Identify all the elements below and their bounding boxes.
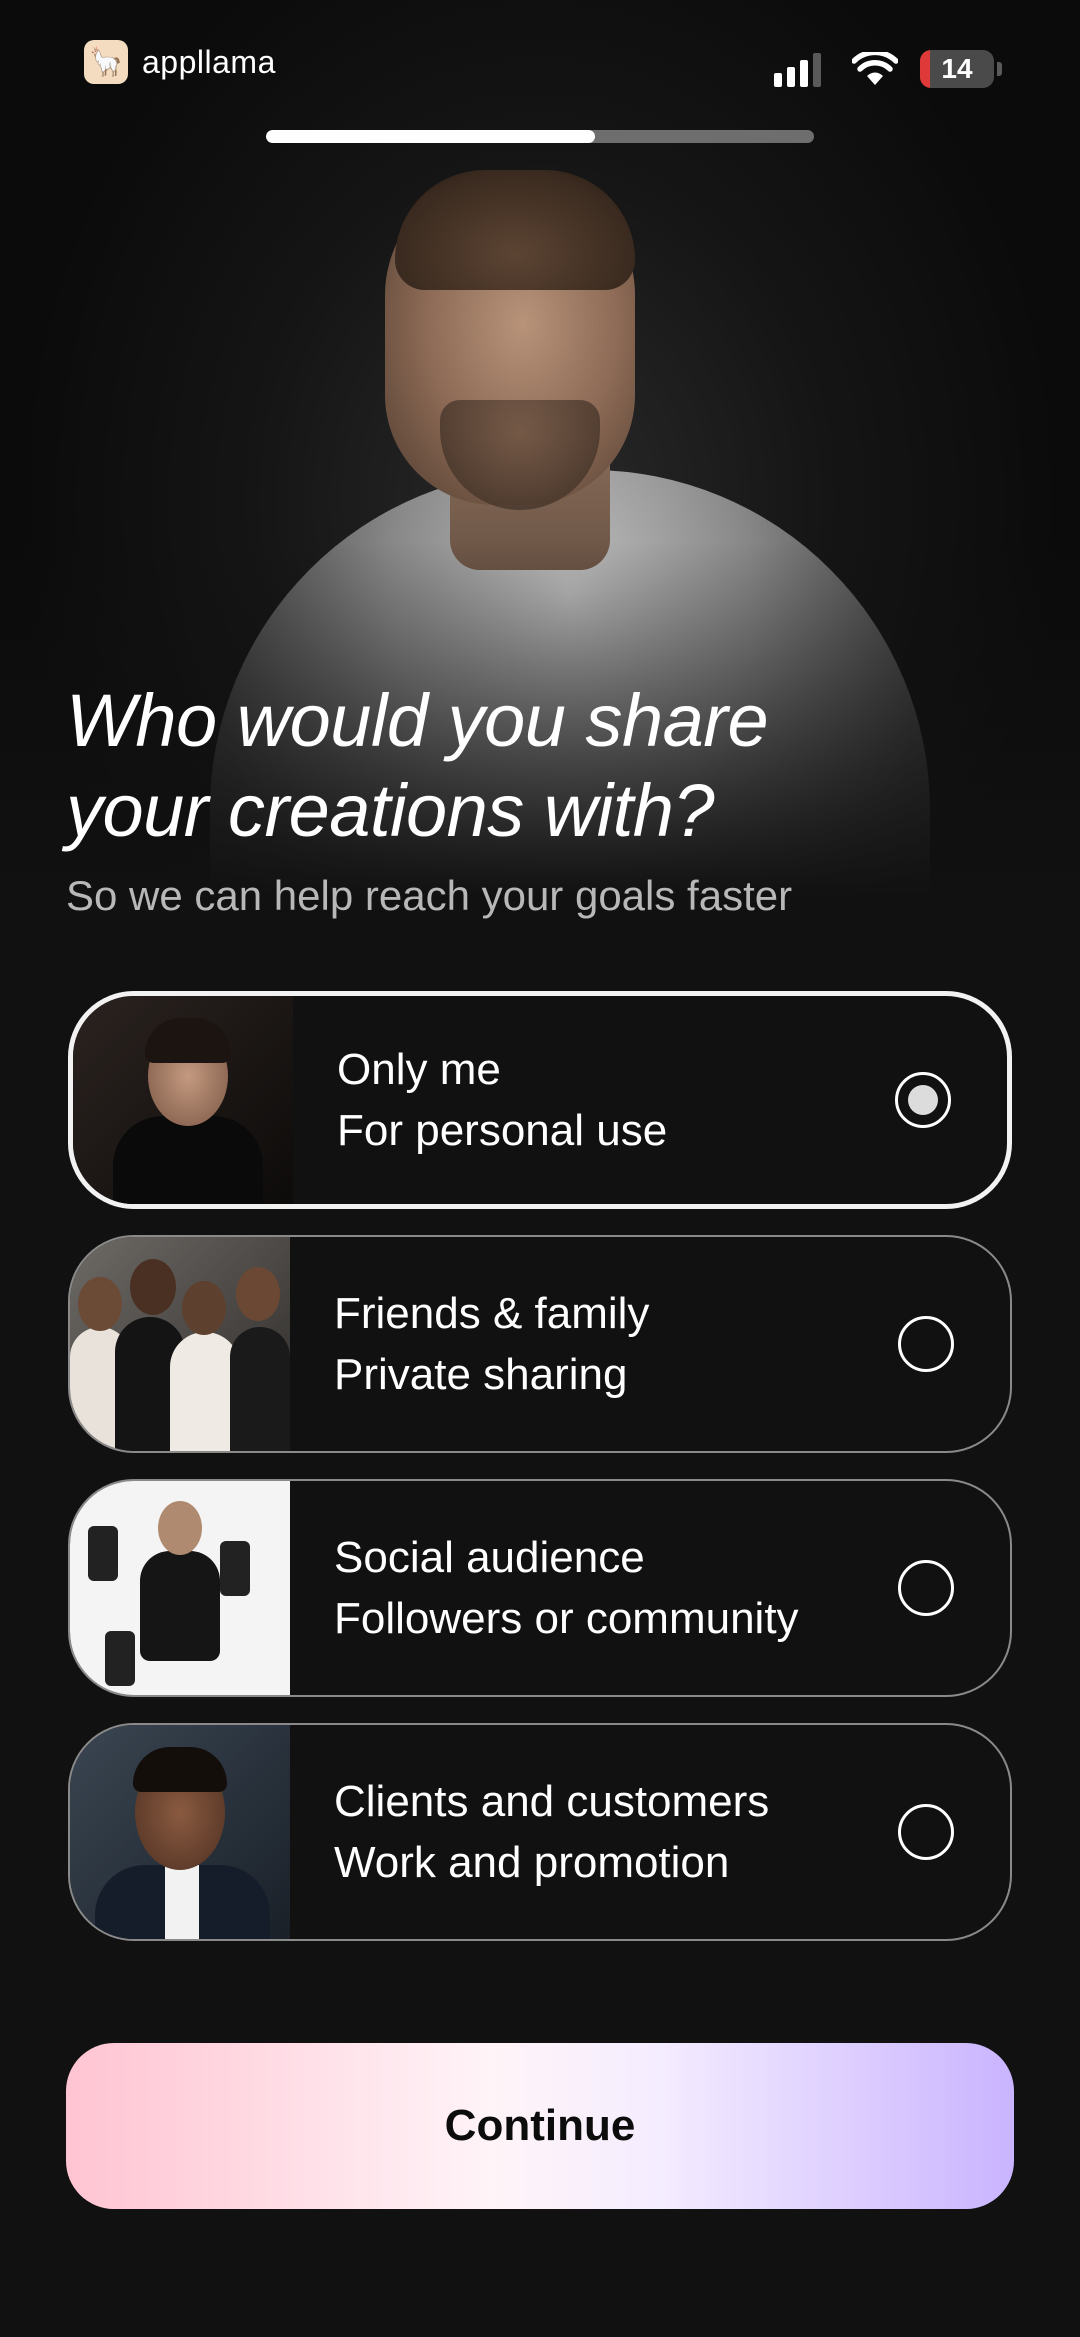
option-thumbnail (70, 1481, 290, 1695)
option-title: Only me (337, 1045, 501, 1094)
radio-button[interactable] (898, 1560, 954, 1616)
option-title: Social audience (334, 1533, 645, 1582)
progress-fill (266, 130, 595, 143)
radio-button[interactable] (898, 1804, 954, 1860)
llama-logo-icon: 🦙 (84, 40, 128, 84)
status-bar: 🦙 appllama 14 (0, 0, 1080, 130)
option-subtitle: Followers or community (334, 1594, 799, 1643)
brand: 🦙 appllama (84, 40, 276, 84)
wifi-icon (852, 52, 898, 85)
continue-button[interactable]: Continue (66, 2043, 1014, 2209)
status-icons: 14 (774, 50, 1002, 88)
page-title: Who would you share your creations with? (66, 676, 1026, 856)
onboarding-screen: 🦙 appllama 14 Who would you share your c… (0, 0, 1080, 2337)
radio-button[interactable] (895, 1072, 951, 1128)
option-subtitle: For personal use (337, 1106, 668, 1155)
option-clients-customers[interactable]: Clients and customers Work and promotion (68, 1723, 1012, 1941)
option-title: Friends & family (334, 1289, 650, 1338)
battery-icon: 14 (920, 50, 994, 88)
option-thumbnail (73, 996, 293, 1204)
battery-level: 14 (941, 53, 973, 84)
option-thumbnail (70, 1725, 290, 1939)
cellular-signal-icon (774, 51, 826, 87)
title-line-2: your creations with? (66, 769, 715, 852)
option-title: Clients and customers (334, 1777, 770, 1826)
option-text: Social audience Followers or community (334, 1527, 799, 1649)
option-thumbnail (70, 1237, 290, 1451)
radio-button[interactable] (898, 1316, 954, 1372)
page-subtitle: So we can help reach your goals faster (66, 872, 793, 919)
app-name: appllama (142, 43, 276, 80)
option-text: Friends & family Private sharing (334, 1283, 649, 1405)
option-subtitle: Private sharing (334, 1350, 628, 1399)
option-subtitle: Work and promotion (334, 1838, 730, 1887)
option-only-me[interactable]: Only me For personal use (68, 991, 1012, 1209)
title-line-1: Who would you share (66, 679, 769, 762)
option-social-audience[interactable]: Social audience Followers or community (68, 1479, 1012, 1697)
option-text: Only me For personal use (337, 1039, 667, 1161)
option-friends-family[interactable]: Friends & family Private sharing (68, 1235, 1012, 1453)
option-text: Clients and customers Work and promotion (334, 1771, 769, 1893)
onboarding-progress-bar (266, 130, 814, 143)
